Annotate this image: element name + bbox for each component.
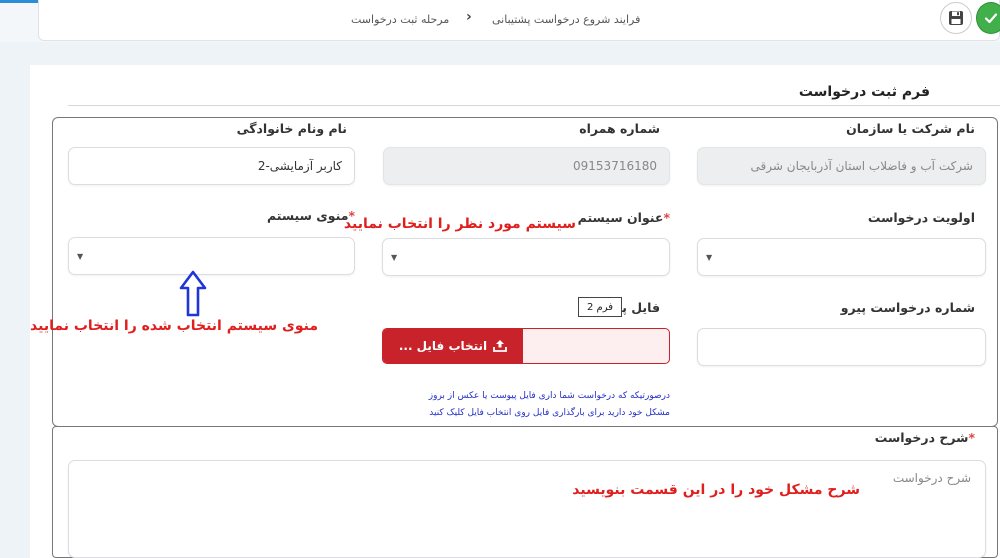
description-placeholder: شرح درخواست [892, 471, 971, 485]
followup-label: شماره درخواست پیرو [840, 300, 975, 315]
mobile-field: 09153716180 [383, 147, 670, 185]
system-title-label: *عنوان سیستم [578, 210, 670, 225]
floppy-disk-icon [949, 11, 963, 25]
system-menu-select[interactable]: ▼ [68, 237, 355, 275]
breadcrumb-parent[interactable]: فرایند شروع درخواست پشتیبانی [492, 13, 640, 26]
file-note-line2: مشکل خود دارید برای بارگذاری فایل روی ان… [429, 408, 670, 418]
mobile-value: 09153716180 [573, 159, 657, 173]
fullname-label: نام ونام خانوادگی [236, 121, 347, 136]
system-menu-label-text: منوی سیستم [266, 208, 349, 223]
priority-label: اولویت درخواست [867, 210, 975, 225]
mobile-label: شماره همراه [579, 121, 660, 136]
system-title-select[interactable]: ▼ [382, 238, 670, 276]
system-title-hint: سیستم مورد نظر را انتخاب نمایید [343, 216, 576, 232]
caret-down-icon: ▼ [391, 253, 398, 262]
form-title: فرم ثبت درخواست [798, 84, 930, 100]
system-title-label-text: عنوان سیستم [577, 210, 664, 225]
description-hint: شرح مشکل خود را در این قسمت بنویسید [572, 482, 860, 498]
system-menu-hint: منوی سیستم انتخاب شده را انتخاب نمایید [30, 318, 318, 334]
confirm-button[interactable] [976, 2, 1000, 34]
required-mark: * [663, 210, 670, 225]
organization-value: شرکت آب و فاضلاب استان آذربایجان شرقی [750, 159, 973, 173]
description-textarea[interactable]: شرح درخواست [68, 460, 986, 558]
choose-file-label: انتخاب فایل ... [398, 339, 488, 353]
title-divider [68, 105, 1000, 106]
fullname-value: کاربر آزمایشی-2 [257, 159, 342, 173]
breadcrumb-current: مرحله ثبت درخواست [351, 13, 450, 26]
priority-select[interactable]: ▼ [697, 238, 986, 276]
arrow-up-icon [179, 270, 207, 317]
form-tag-label: فرم 2 [578, 297, 622, 317]
chevron-right-icon: › [466, 9, 472, 25]
description-label: *شرح درخواست [875, 430, 975, 445]
caret-down-icon: ▼ [706, 253, 713, 262]
description-label-text: شرح درخواست [874, 430, 969, 445]
fullname-field[interactable]: کاربر آزمایشی-2 [68, 147, 355, 185]
save-button[interactable] [940, 2, 972, 34]
file-upload-field[interactable]: انتخاب فایل ... [382, 328, 670, 364]
organization-label: نام شرکت یا سازمان [846, 121, 975, 136]
file-note-line1: درصورتیکه که درخواست شما داری فایل پیوست… [428, 391, 670, 401]
choose-file-button[interactable]: انتخاب فایل ... [383, 329, 523, 363]
followup-number-field[interactable] [697, 328, 986, 366]
caret-down-icon: ▼ [77, 252, 84, 261]
system-menu-label: *منوی سیستم [267, 208, 355, 223]
required-mark: * [968, 430, 975, 445]
upload-icon [493, 340, 508, 352]
check-icon [984, 13, 998, 24]
organization-field: شرکت آب و فاضلاب استان آذربایجان شرقی [697, 147, 986, 185]
